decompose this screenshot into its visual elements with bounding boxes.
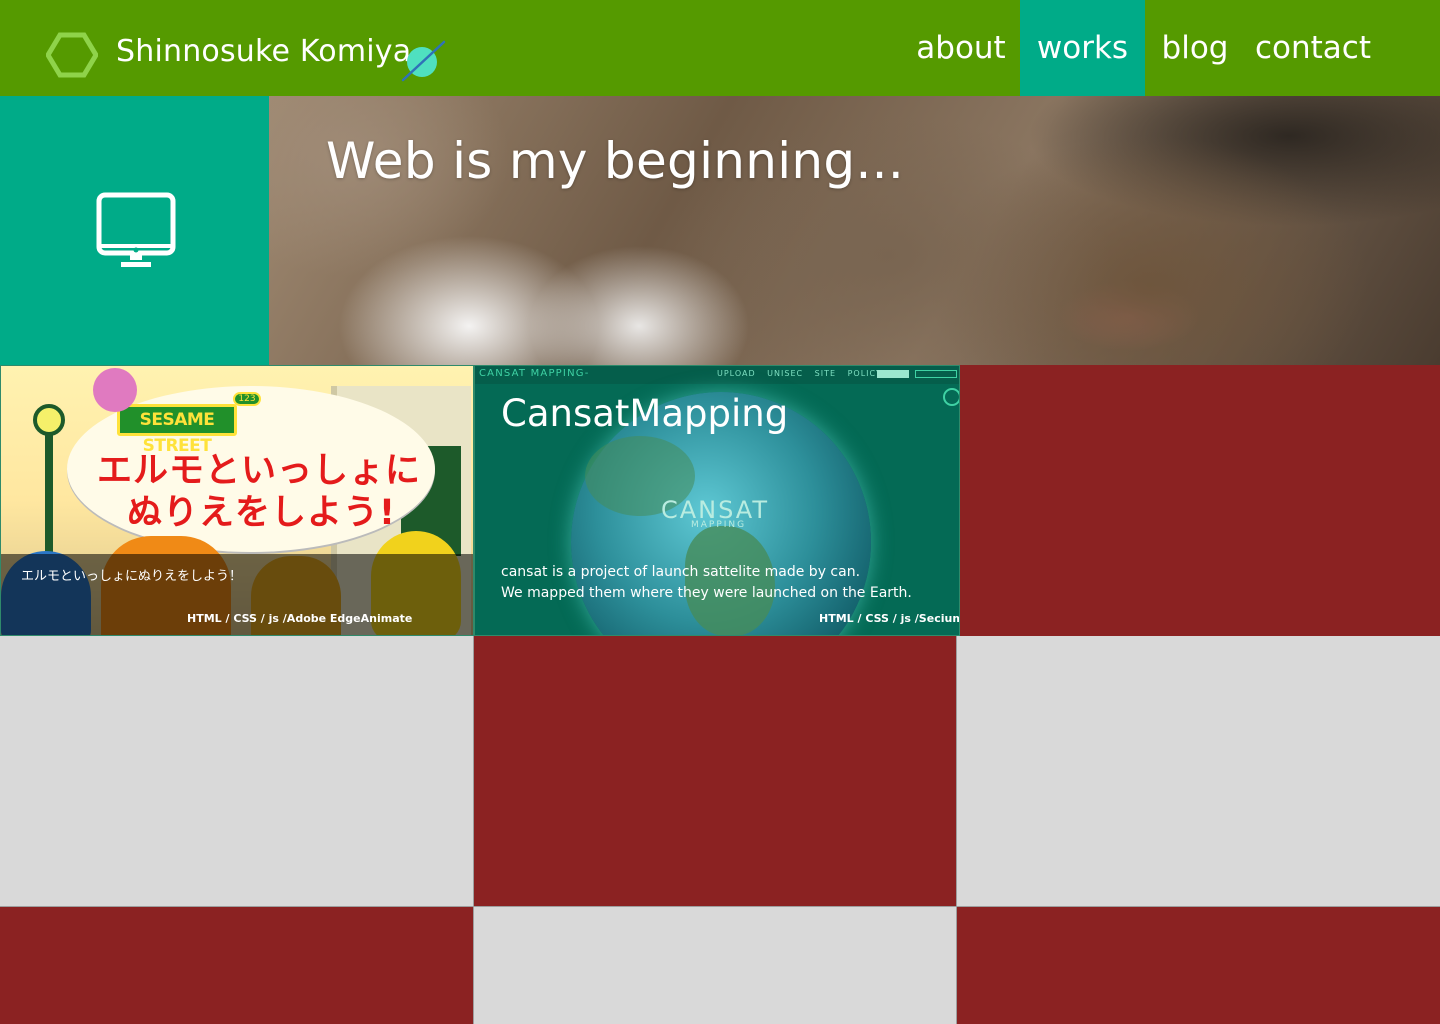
project-card-elmo[interactable]: SESAME STREET 123 エルモといっしょに ぬりえをしよう! エルモ… [0, 365, 474, 636]
project-description-line1: cansat is a project of launch sattelite … [501, 564, 861, 580]
nav-about[interactable]: about [905, 0, 1017, 96]
empty-tile [474, 907, 957, 1024]
empty-tile [0, 636, 474, 907]
project-caption: エルモといっしょにぬりえをしよう！ [21, 569, 243, 584]
app-search-box [915, 370, 957, 378]
project-card-cansat[interactable]: CANSAT MAPPING- UPLOAD UNISEC SITE POLIC… [474, 365, 960, 636]
image-heading-line2: ぬりえをしよう! [127, 493, 396, 533]
site-header: Shinnosuke Komiya about works blog conta… [0, 0, 1440, 96]
app-title: CANSAT MAPPING- [479, 368, 590, 379]
tile-divider [0, 906, 1440, 907]
site-title[interactable]: Shinnosuke Komiya [116, 34, 411, 69]
hexagon-logo-icon[interactable] [46, 32, 98, 78]
compass-icon [943, 388, 959, 406]
cansat-logo-sub: MAPPING [691, 520, 747, 530]
empty-tile [957, 636, 1440, 907]
planet-icon [401, 40, 446, 82]
app-menu-links: UPLOAD UNISEC SITE POLICY [717, 369, 882, 378]
project-tags: HTML / CSS / js /Secium [819, 612, 960, 625]
empty-tile [957, 907, 1440, 1024]
nav-contact[interactable]: contact [1248, 0, 1378, 96]
sesame-street-badge: SESAME STREET [117, 404, 237, 456]
tile-divider [956, 636, 957, 1024]
monitor-icon [96, 192, 176, 267]
badge-number: 123 [233, 392, 261, 406]
project-title: CansatMapping [501, 392, 789, 435]
category-panel [0, 96, 269, 365]
project-description-line2: We mapped them where they were launched … [501, 585, 912, 601]
hero-tagline: Web is my beginning... [326, 132, 905, 190]
project-tags: HTML / CSS / js /Adobe EdgeAnimate [187, 612, 413, 625]
app-button [877, 370, 909, 378]
empty-tile [960, 365, 1440, 636]
tile-divider [473, 636, 474, 1024]
empty-tile [474, 636, 957, 907]
nav-works[interactable]: works [1020, 0, 1145, 96]
nav-blog[interactable]: blog [1150, 0, 1240, 96]
empty-tile [0, 907, 474, 1024]
abby-character [93, 368, 137, 412]
